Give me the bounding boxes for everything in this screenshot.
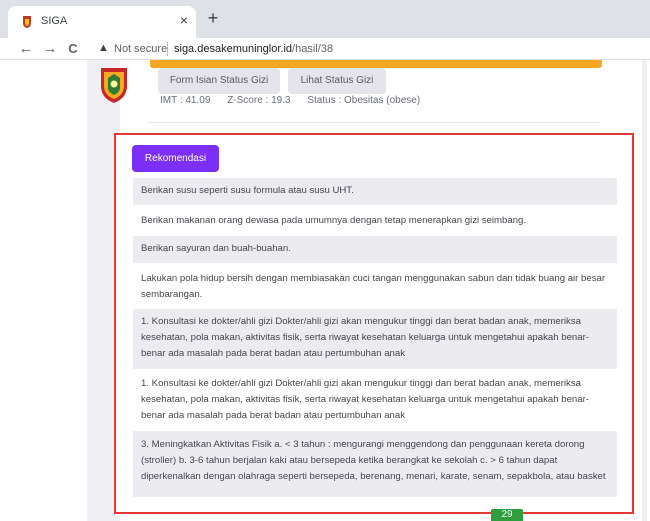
recommendation-item: Berikan susu seperti susu formula atau s… xyxy=(133,178,617,205)
recommendation-item: 1. Konsultasi ke dokter/ahli gizi Dokter… xyxy=(141,378,589,421)
imt-value: IMT : 41.09 xyxy=(160,95,211,106)
tab-close-icon[interactable]: × xyxy=(177,12,191,30)
address-bar[interactable]: ▲ Not secure siga.desakemuninglor.id/has… xyxy=(92,40,650,59)
tab-title: SIGA xyxy=(41,15,68,27)
zscore-value: Z-Score : 19.3 xyxy=(227,95,291,106)
recommendation-item: Berikan sayuran dan buah-buahan. xyxy=(133,236,617,263)
divider xyxy=(148,122,600,123)
lihat-status-button[interactable]: Lihat Status Gizi xyxy=(288,68,386,94)
recommendation-item: 1. Konsultasi ke dokter/ahli gizi Dokter… xyxy=(133,309,617,369)
regency-logo xyxy=(101,68,127,103)
forward-arrow-icon[interactable]: → xyxy=(41,40,59,58)
new-tab-icon[interactable]: + xyxy=(205,9,221,27)
siga-favicon-icon xyxy=(23,16,31,28)
rekomendasi-badge[interactable]: Rekomendasi xyxy=(132,145,219,172)
reload-icon[interactable]: C xyxy=(64,40,82,58)
back-arrow-icon[interactable]: ← xyxy=(17,40,35,58)
browser-toolbar: ← → C ▲ Not secure siga.desakemuninglor.… xyxy=(0,38,650,60)
warning-icon[interactable]: ▲ xyxy=(98,42,109,54)
url-separator xyxy=(167,42,168,56)
status-summary: IMT : 41.09 Z-Score : 19.3 Status : Obes… xyxy=(160,95,434,106)
form-isian-button[interactable]: Form Isian Status Gizi xyxy=(158,68,280,94)
page-number-badge: 29 xyxy=(491,509,523,521)
accent-strip xyxy=(150,60,602,68)
recommendation-item: Berikan makanan orang dewasa pada umumny… xyxy=(141,215,527,226)
not-secure-label[interactable]: Not secure xyxy=(114,43,167,55)
recommendation-item: Lakukan pola hidup bersih dengan membias… xyxy=(141,273,606,300)
page-viewport: Form Isian Status Gizi Lihat Status Gizi… xyxy=(0,60,650,521)
status-value: Status : Obesitas (obese) xyxy=(307,95,421,106)
url-text[interactable]: siga.desakemuninglor.id/hasil/38 xyxy=(174,43,333,55)
recommendation-item: 3. Meningkatkan Aktivitas Fisik a. < 3 t… xyxy=(133,431,617,497)
recommendation-box: Rekomendasi Berikan susu seperti susu fo… xyxy=(114,133,634,514)
url-host: siga.desakemuninglor.id xyxy=(174,43,293,55)
tab-bar: SIGA × + xyxy=(0,0,650,38)
url-path: /hasil/38 xyxy=(292,43,334,55)
browser-tab[interactable]: SIGA × xyxy=(8,6,196,38)
